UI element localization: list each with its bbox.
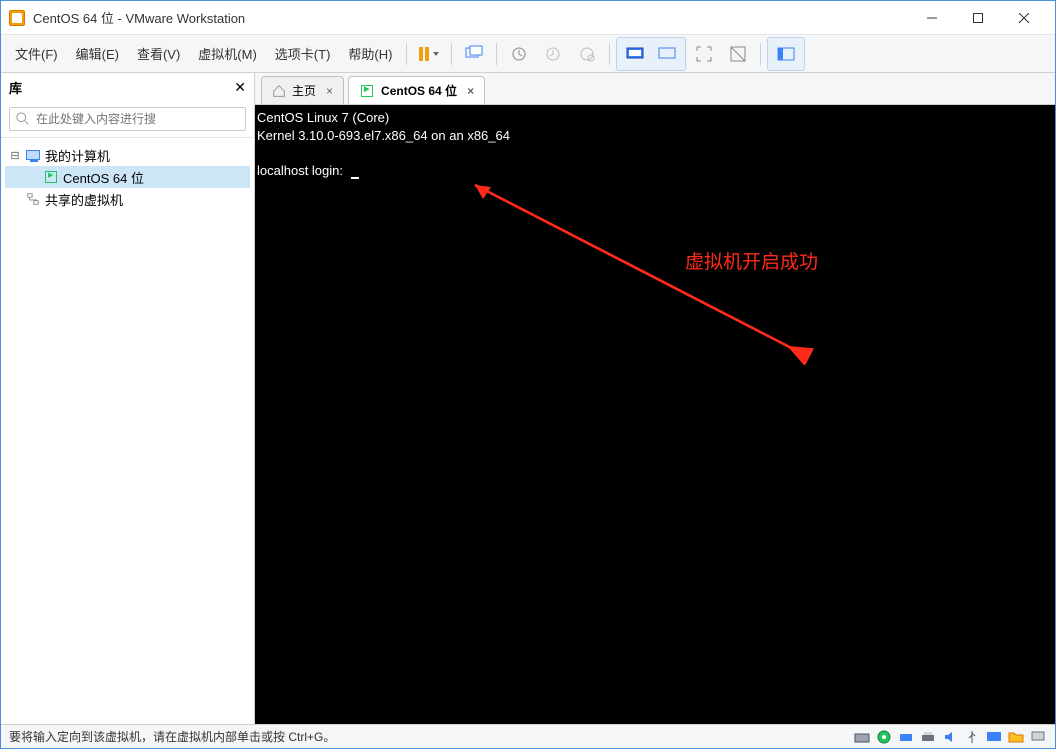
device-status-icons xyxy=(853,729,1047,745)
snapshot-button[interactable] xyxy=(505,40,533,68)
send-ctrl-alt-del-button[interactable] xyxy=(460,40,488,68)
monitor-outline-icon xyxy=(658,47,676,61)
separator xyxy=(406,43,407,65)
monitor-icon xyxy=(626,47,644,61)
usb-icon[interactable] xyxy=(963,729,981,745)
network-adapter-icon[interactable] xyxy=(897,729,915,745)
network-icon xyxy=(26,192,40,206)
sidebar-close-button[interactable]: ✕ xyxy=(234,79,246,96)
unity-button[interactable] xyxy=(724,40,752,68)
separator xyxy=(496,43,497,65)
close-button[interactable] xyxy=(1001,1,1047,35)
tab-close-icon[interactable]: × xyxy=(326,84,333,98)
fullscreen-button[interactable] xyxy=(690,40,718,68)
tab-label: CentOS 64 位 xyxy=(381,82,457,99)
console-line: CentOS Linux 7 (Core) xyxy=(257,109,1053,127)
tree-root-my-computer[interactable]: ⊟ 我的计算机 xyxy=(5,144,250,166)
app-icon xyxy=(9,10,25,26)
vm-console[interactable]: CentOS Linux 7 (Core) Kernel 3.10.0-693.… xyxy=(255,105,1055,724)
home-icon xyxy=(272,84,286,98)
expand-icon xyxy=(696,46,712,62)
vm-tree: ⊟ 我的计算机 CentOS 64 位 共享的虚拟机 xyxy=(1,138,254,724)
screen-icon xyxy=(465,45,483,63)
vm-running-icon xyxy=(45,171,57,183)
message-icon[interactable] xyxy=(1029,729,1047,745)
clock-icon xyxy=(511,46,527,62)
display-icon[interactable] xyxy=(985,729,1003,745)
library-toggle-button[interactable] xyxy=(772,40,800,68)
menu-help[interactable]: 帮助(H) xyxy=(340,40,400,67)
unity-icon xyxy=(730,46,746,62)
tree-label: CentOS 64 位 xyxy=(63,168,144,187)
cd-icon[interactable] xyxy=(875,729,893,745)
tree-label: 共享的虚拟机 xyxy=(45,190,123,209)
pause-button[interactable] xyxy=(415,40,443,68)
sidebar-icon xyxy=(777,47,795,61)
window-title: CentOS 64 位 - VMware Workstation xyxy=(33,8,909,27)
snapshot-manager-button[interactable] xyxy=(573,40,601,68)
console-line: Kernel 3.10.0-693.el7.x86_64 on an x86_6… xyxy=(257,127,1053,145)
menu-view[interactable]: 查看(V) xyxy=(129,40,188,67)
menu-file[interactable]: 文件(F) xyxy=(7,40,66,67)
minimize-button[interactable] xyxy=(909,1,955,35)
vm-running-icon xyxy=(361,85,373,97)
clock-back-icon xyxy=(545,46,561,62)
library-sidebar: 库 ✕ ⊟ 我的计算机 CentOS 64 位 共享的虚拟机 xyxy=(1,73,255,724)
titlebar: CentOS 64 位 - VMware Workstation xyxy=(1,1,1055,35)
separator xyxy=(451,43,452,65)
view-console-button[interactable] xyxy=(621,40,649,68)
separator xyxy=(760,43,761,65)
separator xyxy=(609,43,610,65)
menu-tabs[interactable]: 选项卡(T) xyxy=(267,40,339,67)
menubar: 文件(F) 编辑(E) 查看(V) 虚拟机(M) 选项卡(T) 帮助(H) xyxy=(1,35,1055,73)
console-line xyxy=(257,144,1053,162)
tabstrip: 主页 × CentOS 64 位 × xyxy=(255,73,1055,105)
computer-icon xyxy=(26,150,40,160)
console-prompt: localhost login: xyxy=(257,162,1053,180)
menu-vm[interactable]: 虚拟机(M) xyxy=(190,40,265,67)
tree-label: 我的计算机 xyxy=(45,146,110,165)
maximize-button[interactable] xyxy=(955,1,1001,35)
hard-disk-icon[interactable] xyxy=(853,729,871,745)
folder-icon[interactable] xyxy=(1007,729,1025,745)
search-icon xyxy=(16,112,30,126)
menu-edit[interactable]: 编辑(E) xyxy=(68,40,127,67)
tab-centos[interactable]: CentOS 64 位 × xyxy=(348,76,485,104)
tree-item-centos[interactable]: CentOS 64 位 xyxy=(5,166,250,188)
printer-icon[interactable] xyxy=(919,729,937,745)
clock-gear-icon xyxy=(579,46,595,62)
search-input[interactable] xyxy=(36,112,233,126)
sound-icon[interactable] xyxy=(941,729,959,745)
snapshot-revert-button[interactable] xyxy=(539,40,567,68)
status-text: 要将输入定向到该虚拟机，请在虚拟机内部单击或按 Ctrl+G。 xyxy=(9,728,335,745)
main-area: 主页 × CentOS 64 位 × CentOS Linux 7 (Core)… xyxy=(255,73,1055,724)
annotation-text: 虚拟机开启成功 xyxy=(685,250,818,276)
view-windowed-button[interactable] xyxy=(653,40,681,68)
statusbar: 要将输入定向到该虚拟机，请在虚拟机内部单击或按 Ctrl+G。 xyxy=(1,724,1055,748)
tab-label: 主页 xyxy=(292,82,316,99)
search-box[interactable] xyxy=(9,107,246,131)
pause-icon xyxy=(419,47,429,61)
chevron-down-icon xyxy=(433,52,439,56)
tab-close-icon[interactable]: × xyxy=(467,84,474,98)
sidebar-title: 库 xyxy=(9,78,22,97)
tab-home[interactable]: 主页 × xyxy=(261,76,344,104)
tree-shared-vms[interactable]: 共享的虚拟机 xyxy=(5,188,250,210)
cursor-icon xyxy=(351,177,359,179)
